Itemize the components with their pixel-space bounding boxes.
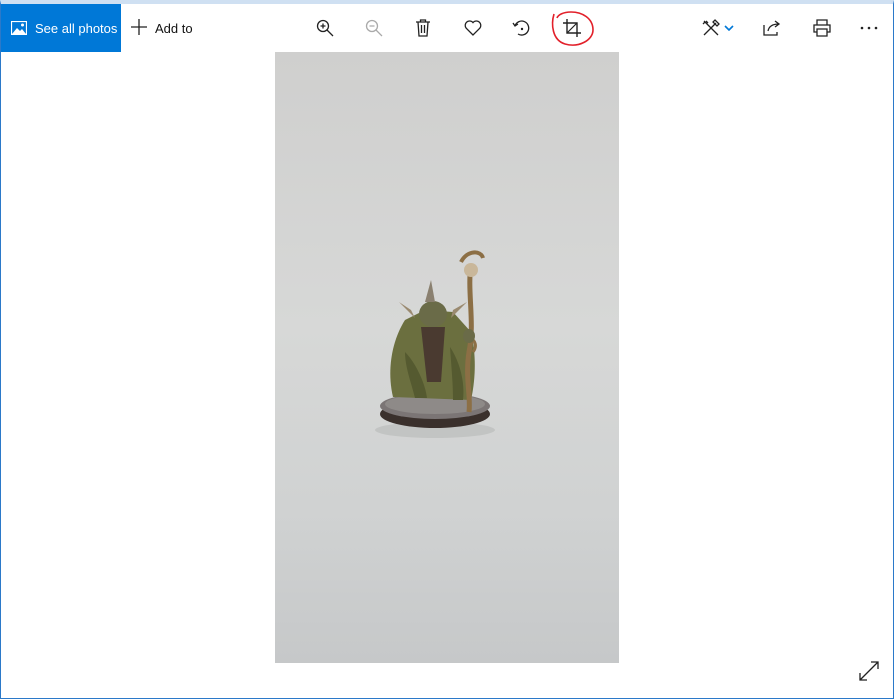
see-all-photos-label: See all photos [35,20,118,36]
expand-icon [858,661,880,686]
zoom-in-icon [316,19,334,37]
add-to-button[interactable]: Add to [131,4,193,52]
miniature-figure-image [375,250,495,438]
favorite-button[interactable] [457,14,489,42]
print-button[interactable] [806,14,838,42]
zoom-out-button[interactable] [358,14,390,42]
rotate-button[interactable] [506,14,538,42]
crop-icon [563,19,581,37]
delete-icon [415,19,431,37]
displayed-photo [275,52,619,663]
edit-icon [701,18,721,38]
edit-dropdown-button[interactable] [719,14,739,42]
see-all-photos-button[interactable]: See all photos [1,4,121,52]
zoom-in-button[interactable] [309,14,341,42]
photos-app-window: See all photos Add to [0,0,894,699]
share-button[interactable] [756,14,788,42]
plus-icon [131,17,147,39]
share-icon [763,20,781,36]
chevron-down-icon [724,25,734,31]
crop-button[interactable] [556,14,588,42]
toolbar: See all photos Add to [1,4,893,52]
more-options-button[interactable] [853,14,885,42]
expand-fullscreen-button[interactable] [858,660,882,684]
more-icon [860,26,878,30]
print-icon [813,19,831,37]
zoom-out-icon [365,19,383,37]
add-to-label: Add to [155,20,193,36]
delete-button[interactable] [407,14,439,42]
heart-icon [464,20,482,36]
rotate-icon [512,18,532,38]
photos-icon [11,21,27,35]
